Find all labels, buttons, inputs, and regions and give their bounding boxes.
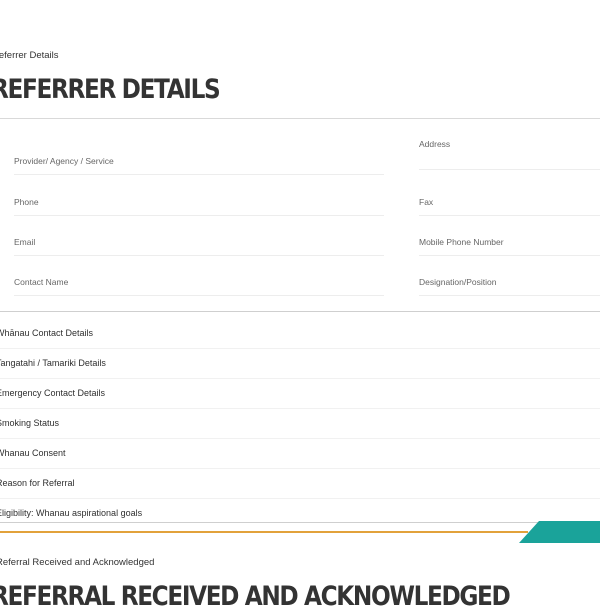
- address-label: Address: [419, 139, 451, 149]
- accordion-tangatahi-tamariki-details[interactable]: Tangatahi / Tamariki Details: [0, 349, 600, 379]
- page-title: REFERRER DETAILS: [0, 74, 221, 105]
- provider-agency-underline: [14, 174, 384, 175]
- designation-label: Designation/Position: [419, 277, 497, 287]
- phone-underline: [14, 215, 384, 216]
- section-title-referral-received: REFERRAL RECEIVED AND ACKNOWLEDGED: [0, 581, 511, 612]
- accordion-reason-for-referral[interactable]: Reason for Referral: [0, 469, 600, 499]
- breadcrumb-referral-received: Referral Received and Acknowledged: [0, 557, 155, 568]
- contact-name-label: Contact Name: [14, 277, 69, 287]
- address-field[interactable]: Address: [419, 139, 600, 170]
- accordion-smoking-status[interactable]: Smoking Status: [0, 409, 600, 439]
- phone-field[interactable]: Phone: [14, 197, 384, 216]
- accordion-whanau-consent[interactable]: Whanau Consent: [0, 439, 600, 469]
- email-underline: [14, 255, 384, 256]
- accordion-whanau-contact-details[interactable]: Whānau Contact Details: [0, 319, 600, 349]
- provider-agency-field[interactable]: Provider/ Agency / Service: [14, 156, 384, 175]
- phone-label: Phone: [14, 197, 39, 207]
- referrer-form: Provider/ Agency / Service Phone Email C…: [0, 118, 600, 312]
- mobile-phone-field[interactable]: Mobile Phone Number: [419, 237, 600, 256]
- mobile-phone-underline: [419, 255, 600, 256]
- fax-label: Fax: [419, 197, 434, 207]
- contact-name-field[interactable]: Contact Name: [14, 277, 384, 296]
- accordion-emergency-contact-details[interactable]: Emergency Contact Details: [0, 379, 600, 409]
- gold-divider-line: [0, 531, 528, 533]
- mobile-phone-label: Mobile Phone Number: [419, 237, 504, 247]
- designation-underline: [419, 295, 600, 296]
- address-underline: [419, 169, 600, 170]
- designation-field[interactable]: Designation/Position: [419, 277, 600, 296]
- fax-field[interactable]: Fax: [419, 197, 600, 216]
- section-accordion: Whānau Contact Details Tangatahi / Tamar…: [0, 319, 600, 523]
- breadcrumb: Referrer Details: [0, 50, 59, 61]
- email-field[interactable]: Email: [14, 237, 384, 256]
- fax-underline: [419, 215, 600, 216]
- accordion-eligibility-goals[interactable]: Eligibility: Whanau aspirational goals: [0, 499, 600, 528]
- email-label: Email: [14, 237, 36, 247]
- provider-agency-label: Provider/ Agency / Service: [14, 156, 114, 166]
- contact-name-underline: [14, 295, 384, 296]
